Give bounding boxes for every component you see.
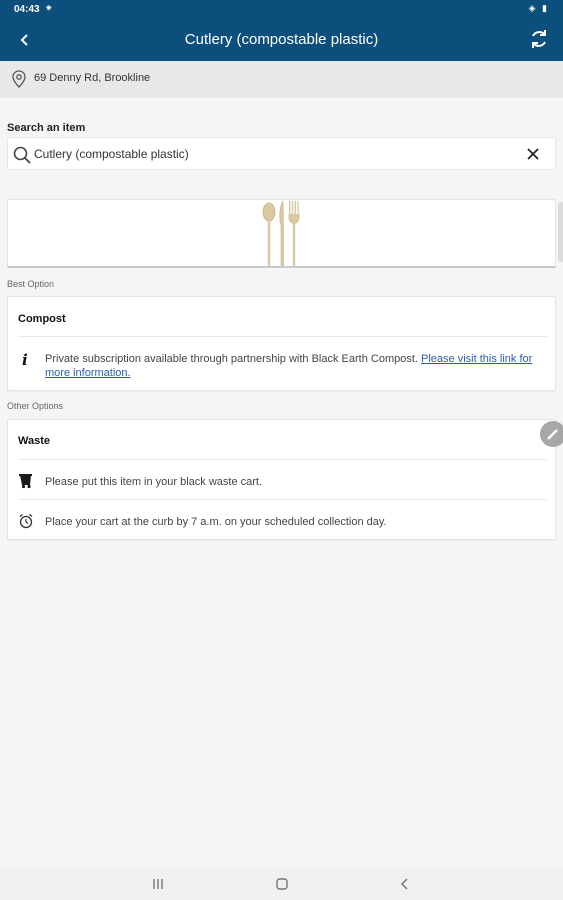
alarm-clock-icon <box>19 513 33 529</box>
divider <box>18 459 547 460</box>
divider <box>18 336 547 337</box>
scroll-handle[interactable] <box>558 202 563 262</box>
address-text: 69 Denny Rd, Brookline <box>34 72 151 84</box>
section-label-best-option: Best Option <box>7 279 55 289</box>
app-bar: Cutlery (compostable plastic) <box>0 18 563 61</box>
refresh-button[interactable] <box>527 27 551 51</box>
recents-icon[interactable] <box>150 876 166 892</box>
divider <box>18 499 547 500</box>
compost-info-description: Private subscription available through p… <box>45 353 418 365</box>
search-label: Search an item <box>7 122 86 134</box>
section-label-other-options: Other Options <box>7 401 64 411</box>
search-box[interactable] <box>7 137 556 170</box>
other-option-card: Waste Please put this item in your black… <box>7 419 556 540</box>
pencil-icon <box>547 429 558 440</box>
waste-cart-icon <box>19 474 32 489</box>
status-indicators: ◈ ▮ <box>528 3 549 13</box>
cutlery-icon <box>262 200 300 266</box>
search-input[interactable] <box>34 143 514 165</box>
back-button[interactable] <box>12 27 38 53</box>
collection-time-text: Place your cart at the curb by 7 a.m. on… <box>45 516 387 528</box>
refresh-icon <box>532 30 546 48</box>
svg-text:i: i <box>22 351 28 367</box>
compost-info-text: Private subscription available through p… <box>45 352 535 380</box>
waste-instruction-text: Please put this item in your black waste… <box>45 476 263 488</box>
info-icon: i <box>22 351 28 367</box>
best-option-title: Compost <box>18 313 66 325</box>
best-option-card: Compost i Private subscription available… <box>7 296 556 391</box>
close-icon[interactable] <box>525 146 541 162</box>
location-pin-icon <box>12 70 26 88</box>
back-arrow-icon <box>20 34 28 46</box>
edit-button[interactable] <box>540 421 563 447</box>
page-title: Cutlery (compostable plastic) <box>184 31 379 48</box>
back-icon[interactable] <box>397 876 413 892</box>
address-bar[interactable]: 69 Denny Rd, Brookline <box>0 61 563 98</box>
home-icon[interactable] <box>274 876 290 892</box>
search-icon <box>13 146 31 164</box>
item-image-banner <box>7 199 556 268</box>
status-time: 04:43 <box>14 4 40 15</box>
status-bar: 04:43 ✷ ◈ ▮ <box>0 0 563 18</box>
system-nav-bar <box>0 868 563 900</box>
notification-icon: ✷ <box>45 3 53 13</box>
other-option-title: Waste <box>18 435 50 447</box>
